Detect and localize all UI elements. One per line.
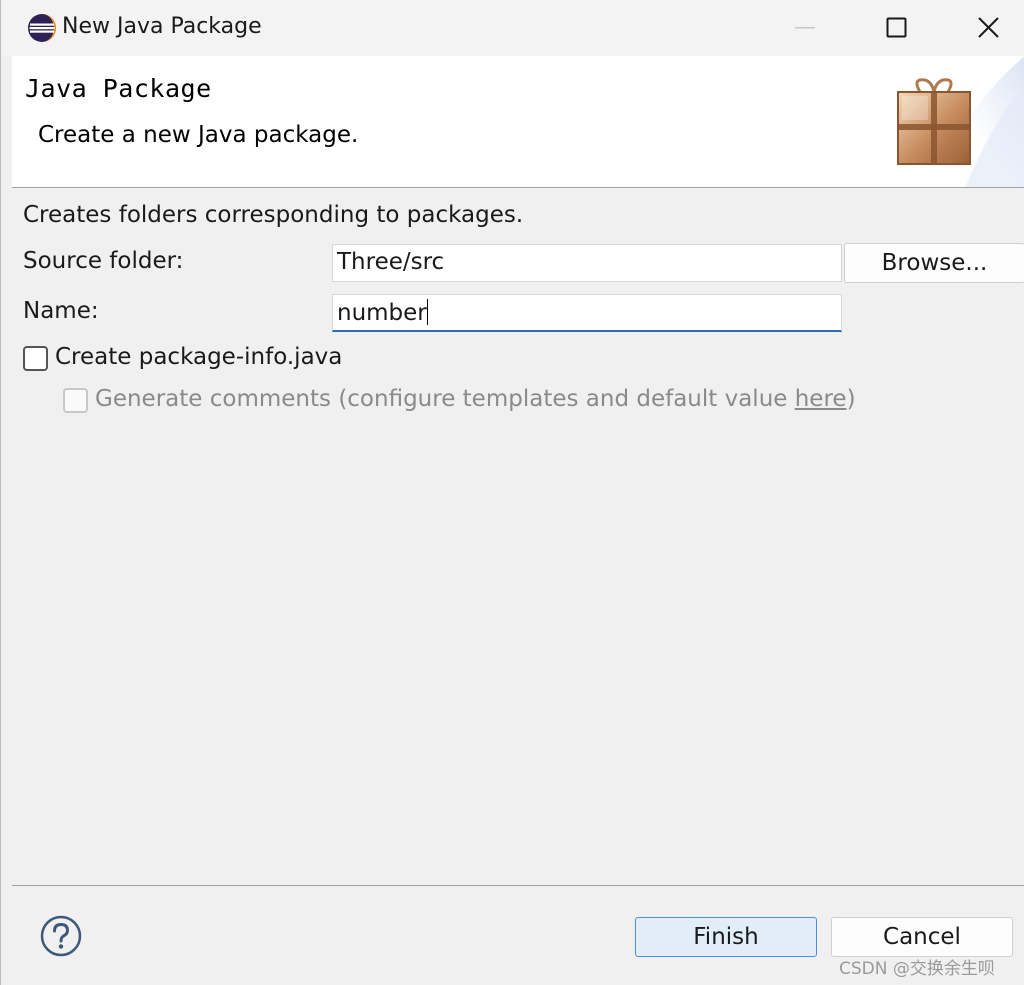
new-java-package-dialog: New Java Package Java Package Create a n… [0, 0, 1024, 985]
name-value: number [337, 300, 427, 326]
eclipse-icon [28, 14, 56, 42]
finish-button[interactable]: Finish [635, 917, 817, 957]
browse-button[interactable]: Browse... [844, 243, 1024, 283]
generate-comments-row: Generate comments (configure templates a… [95, 386, 856, 412]
configure-templates-link[interactable]: here [795, 386, 847, 412]
help-button[interactable] [40, 915, 82, 957]
create-package-info-checkbox[interactable] [23, 346, 48, 371]
name-label: Name: [23, 298, 99, 324]
help-icon [40, 915, 82, 957]
minimize-button[interactable] [759, 0, 851, 56]
window-title: New Java Package [62, 14, 262, 39]
wizard-banner: Java Package Create a new Java package. [12, 56, 1024, 188]
footer-separator [12, 885, 1024, 886]
wizard-description: Creates folders corresponding to package… [23, 202, 524, 228]
source-folder-label: Source folder: [23, 248, 184, 274]
generate-comments-hint: (configure templates and default value [338, 386, 795, 412]
cancel-button[interactable]: Cancel [831, 917, 1013, 957]
minimize-icon [795, 27, 815, 29]
name-input[interactable]: number [332, 294, 842, 332]
generate-comments-checkbox[interactable] [63, 388, 88, 413]
close-button[interactable] [943, 0, 1024, 56]
maximize-icon [886, 17, 907, 38]
package-wizard-image [897, 78, 971, 165]
generate-comments-hint-end: ) [846, 386, 856, 412]
generate-comments-label: Generate comments [95, 386, 331, 412]
watermark: CSDN @交换余生呗 [839, 959, 995, 979]
create-package-info-label[interactable]: Create package-info.java [55, 344, 342, 370]
banner-description: Create a new Java package. [38, 122, 359, 148]
maximize-button[interactable] [851, 0, 943, 56]
close-icon [978, 17, 999, 38]
banner-title: Java Package [25, 74, 212, 103]
source-folder-input[interactable]: Three/src [332, 244, 842, 282]
source-folder-value: Three/src [337, 249, 445, 275]
text-cursor [426, 299, 428, 325]
title-bar: New Java Package [1, 0, 1024, 56]
